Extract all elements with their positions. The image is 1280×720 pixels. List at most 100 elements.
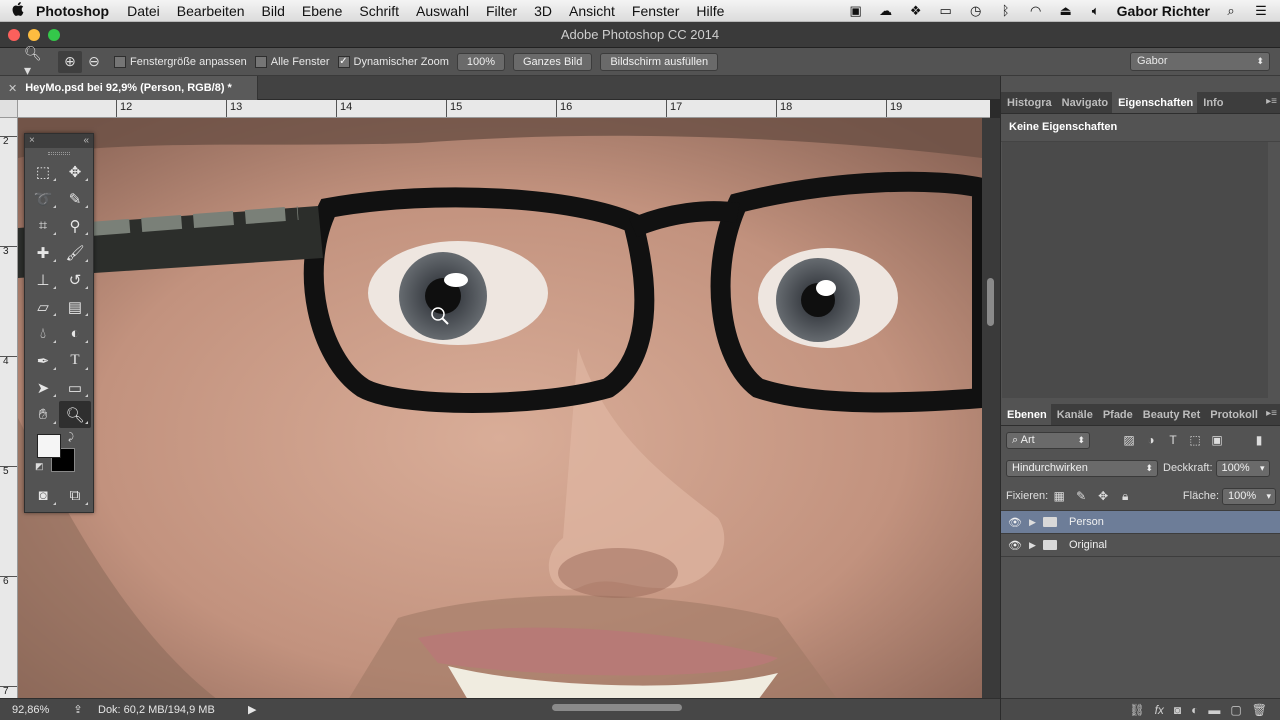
adjustment-filter-icon[interactable]: ◑	[1140, 433, 1162, 447]
delete-layer-icon[interactable]: 🗑︎	[1252, 703, 1267, 717]
lasso-tool-icon[interactable]: ➰	[27, 185, 59, 212]
zoom-in-icon[interactable]: ⊕	[58, 50, 82, 73]
zoom-tool-preset-icon[interactable]: 🔍︎▾	[24, 45, 48, 78]
volume-icon[interactable]: 🔈︎	[1087, 3, 1105, 19]
menu-auswahl[interactable]: Auswahl	[416, 3, 469, 19]
filter-toggle-icon[interactable]: ▮	[1248, 433, 1270, 447]
time-machine-icon[interactable]: ◷	[967, 3, 985, 19]
app-menu[interactable]: Photoshop	[36, 3, 109, 19]
eject-icon[interactable]: ⏏	[1057, 3, 1075, 19]
document-tab[interactable]: ✕ HeyMo.psd bei 92,9% (Person, RGB/8) *	[0, 76, 258, 100]
ruler-origin[interactable]	[0, 100, 18, 118]
menu-hilfe[interactable]: Hilfe	[696, 3, 724, 19]
zoom-level[interactable]: 92,86%	[0, 704, 58, 716]
new-layer-icon[interactable]: ▢	[1230, 703, 1241, 717]
adjustment-layer-icon[interactable]: ◐	[1191, 703, 1198, 717]
horizontal-ruler[interactable]: 12 13 14 15 16 17 18 19	[18, 100, 990, 118]
healing-brush-tool-icon[interactable]: ✚	[27, 239, 59, 266]
layer-filter-select[interactable]: ⌕ Art ⬍	[1006, 431, 1090, 449]
screen-mode-icon[interactable]: ⧉	[59, 482, 91, 509]
workspace-select[interactable]: Gabor ⬍	[1130, 52, 1270, 71]
layer-row-person[interactable]: 👁︎ ▶ Person	[1001, 511, 1280, 534]
tab-layers[interactable]: Ebenen	[1001, 403, 1051, 425]
new-group-icon[interactable]: ▬	[1208, 703, 1220, 717]
tab-history[interactable]: Protokoll	[1204, 409, 1262, 425]
menu-datei[interactable]: Datei	[127, 3, 160, 19]
type-tool-icon[interactable]: T	[59, 347, 91, 374]
link-layers-icon[interactable]: ⛓︎	[1129, 703, 1144, 717]
default-colors-icon[interactable]: ◩	[35, 461, 44, 472]
vertical-scrollbar[interactable]	[982, 118, 1000, 700]
tab-properties[interactable]: Eigenschaften	[1112, 91, 1198, 113]
all-windows-checkbox[interactable]	[254, 55, 267, 68]
opacity-input[interactable]: 100% ▾	[1215, 459, 1270, 477]
display-icon[interactable]: ▣	[847, 3, 865, 19]
tab-info[interactable]: Info	[1197, 97, 1227, 113]
pixel-filter-icon[interactable]: ▨	[1118, 433, 1140, 447]
clone-stamp-tool-icon[interactable]: ⊥	[27, 266, 59, 293]
quick-selection-tool-icon[interactable]: ✎	[59, 185, 91, 212]
apple-menu-icon[interactable]	[0, 1, 36, 20]
menu-fenster[interactable]: Fenster	[632, 3, 679, 19]
zoom-100-button[interactable]: 100%	[456, 52, 505, 71]
menu-bild[interactable]: Bild	[262, 3, 285, 19]
blur-tool-icon[interactable]: 💧︎	[27, 320, 59, 347]
zoom-out-icon[interactable]: ⊖	[82, 51, 106, 73]
add-mask-icon[interactable]: ◙	[1174, 703, 1181, 717]
lock-position-icon[interactable]: ✥	[1092, 489, 1114, 503]
marquee-tool-icon[interactable]: ⬚	[27, 158, 59, 185]
menu-ebene[interactable]: Ebene	[302, 3, 342, 19]
move-tool-icon[interactable]: ✥	[59, 158, 91, 185]
quick-mask-icon[interactable]: ◙	[27, 482, 59, 509]
wifi-icon[interactable]: ◠	[1027, 3, 1045, 19]
tab-beauty-retouch[interactable]: Beauty Ret	[1137, 409, 1204, 425]
pen-tool-icon[interactable]: ✒	[27, 347, 59, 374]
panel-menu-icon[interactable]: ▸≡	[1266, 96, 1277, 107]
dodge-tool-icon[interactable]: ◐	[59, 320, 91, 347]
vertical-ruler[interactable]: 2 3 4 5 6 7	[0, 118, 18, 700]
lock-all-icon[interactable]: 🔒︎	[1114, 489, 1136, 504]
crop-tool-icon[interactable]: ⌗	[27, 212, 59, 239]
expand-group-icon[interactable]: ▶	[1029, 517, 1043, 528]
user-name[interactable]: Gabor Richter	[1117, 3, 1210, 19]
horizontal-scroll-thumb[interactable]	[552, 704, 682, 711]
eyedropper-tool-icon[interactable]: ⚲	[59, 212, 91, 239]
close-panel-icon[interactable]: ×	[29, 134, 35, 148]
layer-name[interactable]: Person	[1069, 516, 1104, 528]
visibility-eye-icon[interactable]: 👁︎	[1001, 539, 1029, 552]
panel-grip[interactable]	[25, 148, 93, 158]
layer-row-original[interactable]: 👁︎ ▶ Original	[1001, 534, 1280, 557]
close-tab-icon[interactable]: ✕	[8, 82, 17, 95]
layer-name[interactable]: Original	[1069, 539, 1107, 551]
smart-object-filter-icon[interactable]: ▣	[1206, 433, 1228, 447]
rectangle-tool-icon[interactable]: ▭	[59, 374, 91, 401]
fit-screen-button[interactable]: Ganzes Bild	[513, 52, 593, 71]
history-brush-tool-icon[interactable]: ↺	[59, 266, 91, 293]
fill-screen-button[interactable]: Bildschirm ausfüllen	[600, 52, 719, 71]
lock-transparency-icon[interactable]: ▦	[1048, 489, 1070, 503]
menu-bearbeiten[interactable]: Bearbeiten	[177, 3, 245, 19]
blend-mode-select[interactable]: Hindurchwirken ⬍	[1006, 459, 1158, 477]
bluetooth-icon[interactable]: ᛒ	[997, 3, 1015, 18]
swap-colors-icon[interactable]: ⤸	[68, 432, 74, 443]
lock-pixels-icon[interactable]: ✎	[1070, 489, 1092, 503]
foreground-color-swatch[interactable]	[37, 434, 61, 458]
layer-style-icon[interactable]: fx	[1155, 703, 1164, 717]
fill-input[interactable]: 100% ▾	[1222, 487, 1276, 505]
expand-group-icon[interactable]: ▶	[1029, 540, 1043, 551]
eraser-tool-icon[interactable]: ▱	[27, 293, 59, 320]
menu-3d[interactable]: 3D	[534, 3, 552, 19]
hand-tool-icon[interactable]: ✋︎	[27, 401, 59, 428]
document-canvas[interactable]	[18, 118, 982, 700]
menu-ansicht[interactable]: Ansicht	[569, 3, 615, 19]
notification-list-icon[interactable]: ☰	[1252, 3, 1270, 19]
menu-filter[interactable]: Filter	[486, 3, 517, 19]
visibility-eye-icon[interactable]: 👁︎	[1001, 516, 1029, 529]
zoom-tool-icon[interactable]: 🔍︎	[59, 401, 91, 428]
airplay-icon[interactable]: ▭	[937, 3, 955, 19]
tools-panel-header[interactable]: × «	[25, 134, 93, 148]
path-selection-tool-icon[interactable]: ➤	[27, 374, 59, 401]
shape-filter-icon[interactable]: ⬚	[1184, 433, 1206, 447]
collapse-panel-icon[interactable]: «	[83, 134, 89, 148]
type-filter-icon[interactable]: T	[1162, 433, 1184, 447]
